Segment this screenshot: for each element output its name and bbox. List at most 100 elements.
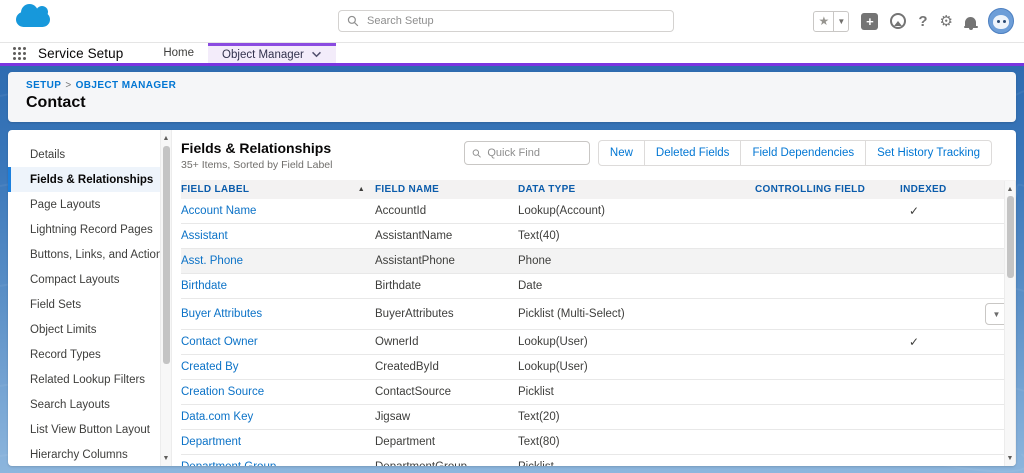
sidebar-item-compact-layouts[interactable]: Compact Layouts [8,267,160,292]
sort-ascending-icon: ▲ [358,186,365,193]
set-history-tracking-button[interactable]: Set History Tracking [866,140,992,166]
global-search-input[interactable] [367,15,665,27]
field-name-cell: Department [375,436,518,448]
deleted-fields-button[interactable]: Deleted Fields [645,140,742,166]
sidebar-item-buttons-links-and-actions[interactable]: Buttons, Links, and Actions [8,242,160,267]
field-name-cell: AssistantName [375,230,518,242]
global-search[interactable] [338,10,674,32]
sidebar-item-related-lookup-filters[interactable]: Related Lookup Filters [8,367,160,392]
column-header-data-type[interactable]: DATA TYPE [518,184,755,195]
sidebar-item-lightning-record-pages[interactable]: Lightning Record Pages [8,217,160,242]
field-name-cell: Birthdate [375,280,518,292]
sidebar-item-list-view-button-layout[interactable]: List View Button Layout [8,417,160,442]
field-label-link[interactable]: Buyer Attributes [181,308,375,320]
quick-actions-plus-icon[interactable]: + [861,13,878,30]
help-icon[interactable]: ? [918,13,927,30]
new-button[interactable]: New [598,140,645,166]
page-header-card: SETUP > OBJECT MANAGER Contact [8,72,1016,122]
field-label-link[interactable]: Data.com Key [181,411,375,423]
field-label-link[interactable]: Contact Owner [181,336,375,348]
sidebar-scrollbar[interactable]: ▲ ▼ [160,130,172,466]
quick-find[interactable] [464,141,590,165]
field-label-link[interactable]: Created By [181,361,375,373]
field-label-link[interactable]: Asst. Phone [181,255,375,267]
field-label-link[interactable]: Department Group [181,461,375,466]
object-manager-card: DetailsFields & RelationshipsPage Layout… [8,130,1016,466]
column-header-field-name[interactable]: FIELD NAME [375,184,518,195]
table-scrollbar-thumb[interactable] [1007,196,1014,278]
field-label-link[interactable]: Birthdate [181,280,375,292]
data-type-cell: Text(20) [518,411,755,423]
list-title: Fields & Relationships [181,140,332,156]
favorites-dropdown-icon[interactable]: ▼ [834,11,849,32]
action-button-group: New Deleted Fields Field Dependencies Se… [598,140,992,166]
table-row: Account Name AccountId Lookup(Account) ✓ [181,199,1016,224]
chevron-down-icon [311,51,322,58]
sidebar-item-object-limits[interactable]: Object Limits [8,317,160,342]
data-type-cell: Picklist [518,461,755,466]
setup-gear-icon[interactable]: ⚙ [940,12,953,30]
field-name-cell: CreatedById [375,361,518,373]
sidebar-scroll-down-icon[interactable]: ▼ [161,452,171,464]
sidebar-item-field-sets[interactable]: Field Sets [8,292,160,317]
field-label-link[interactable]: Account Name [181,205,375,217]
search-icon [472,148,481,159]
fields-content: Fields & Relationships 35+ Items, Sorted… [172,130,1016,466]
column-header-controlling-field[interactable]: CONTROLLING FIELD [755,184,900,195]
table-body: Account Name AccountId Lookup(Account) ✓… [181,199,1016,466]
table-row: Department Department Text(80) [181,430,1016,455]
table-row: Data.com Key Jigsaw Text(20) [181,405,1016,430]
table-row: Asst. Phone AssistantPhone Phone [181,249,1016,274]
user-avatar[interactable] [988,8,1014,34]
table-row: Birthdate Birthdate Date [181,274,1016,299]
notifications-bell-icon[interactable] [965,17,976,27]
column-header-field-label[interactable]: FIELD LABEL ▲ [181,184,375,195]
field-name-cell: DepartmentGroup [375,461,518,466]
field-name-cell: Jigsaw [375,411,518,423]
field-label-link[interactable]: Department [181,436,375,448]
sidebar-item-search-layouts[interactable]: Search Layouts [8,392,160,417]
sidebar-item-page-layouts[interactable]: Page Layouts [8,192,160,217]
page-title: Contact [26,94,998,112]
favorites-star-icon[interactable]: ★ [813,11,834,32]
header-actions: ★ ▼ + ? ⚙ [813,8,1014,34]
data-type-cell: Lookup(User) [518,336,755,348]
breadcrumb-setup-link[interactable]: SETUP [26,80,61,91]
quick-find-input[interactable] [487,147,582,159]
sidebar-item-fields-relationships[interactable]: Fields & Relationships [8,167,160,192]
sidebar-item-record-types[interactable]: Record Types [8,342,160,367]
table-row: Created By CreatedById Lookup(User) [181,355,1016,380]
data-type-cell: Lookup(Account) [518,205,755,217]
field-name-cell: BuyerAttributes [375,308,518,320]
salesforce-logo-icon[interactable] [16,12,50,27]
table-row: Creation Source ContactSource Picklist [181,380,1016,405]
guidance-center-icon[interactable] [890,13,906,29]
app-launcher-icon[interactable] [0,43,38,63]
table-row: Department Group DepartmentGroup Picklis… [181,455,1016,466]
indexed-check-icon: ✓ [900,335,980,349]
data-type-cell: Phone [518,255,755,267]
tab-object-manager[interactable]: Object Manager [208,43,336,63]
table-scroll-down-icon[interactable]: ▼ [1005,452,1015,464]
field-label-link[interactable]: Creation Source [181,386,375,398]
table-scroll-up-icon[interactable]: ▲ [1005,183,1015,195]
column-header-indexed[interactable]: INDEXED [900,184,980,195]
data-type-cell: Picklist (Multi-Select) [518,308,755,320]
field-label-link[interactable]: Assistant [181,230,375,242]
table-scrollbar[interactable]: ▲ ▼ [1004,181,1016,466]
app-name: Service Setup [38,43,123,63]
fields-table: FIELD LABEL ▲ FIELD NAME DATA TYPE CONTR… [181,180,1016,466]
field-name-cell: OwnerId [375,336,518,348]
breadcrumb-object-manager-link[interactable]: OBJECT MANAGER [76,80,177,91]
breadcrumb-separator: > [65,80,71,91]
sidebar-scrollbar-thumb[interactable] [163,146,170,364]
sidebar-item-hierarchy-columns[interactable]: Hierarchy Columns [8,442,160,466]
table-row: Buyer Attributes BuyerAttributes Picklis… [181,299,1016,330]
field-dependencies-button[interactable]: Field Dependencies [741,140,866,166]
tab-home[interactable]: Home [149,43,208,63]
field-name-cell: AccountId [375,205,518,217]
setup-background: SETUP>OBJECT MANAGER Contact DetailsFiel… [0,66,1024,473]
sidebar-scroll-up-icon[interactable]: ▲ [161,132,171,144]
data-type-cell: Date [518,280,755,292]
sidebar-item-details[interactable]: Details [8,142,160,167]
